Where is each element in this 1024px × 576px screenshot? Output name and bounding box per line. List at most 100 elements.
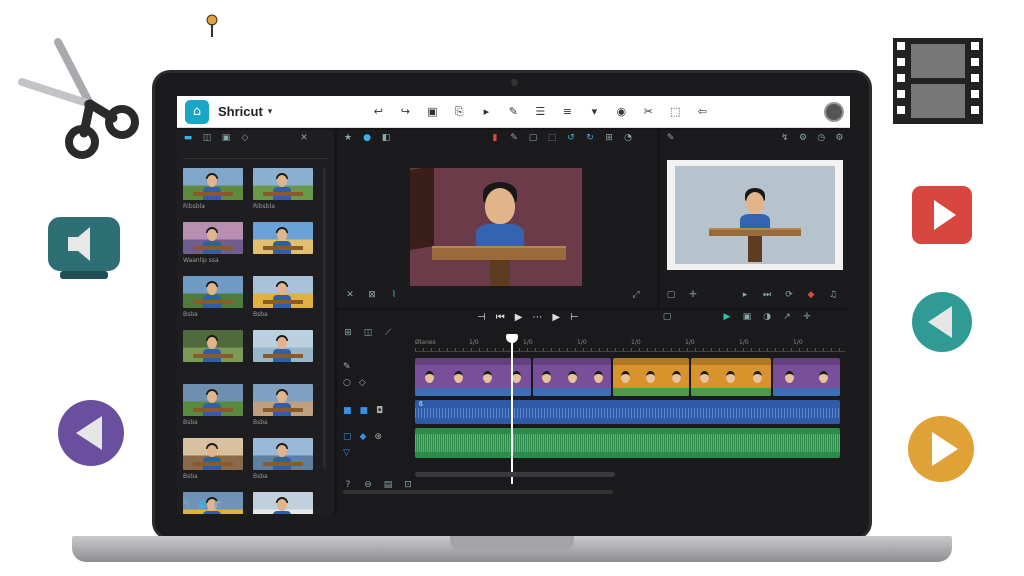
fit-icon[interactable]: ✕ [345, 290, 355, 300]
app-logo-icon[interactable]: ⌂ [185, 99, 209, 124]
video-clip[interactable] [533, 358, 611, 396]
video-clip[interactable] [773, 358, 840, 396]
timeline-horizontal-scroll[interactable] [343, 490, 613, 494]
skip-icon[interactable]: ⏭ [762, 290, 772, 300]
box-icon[interactable]: ⬚ [547, 133, 557, 143]
record-icon[interactable]: ◉ [615, 105, 627, 118]
layers-icon[interactable]: ◧ [381, 133, 391, 143]
rotate-icon[interactable]: ↺ [566, 133, 576, 143]
render-play-icon[interactable]: ▶ [722, 312, 732, 322]
zoom-in-icon[interactable]: ▤ [383, 480, 393, 490]
timeline-ruler[interactable]: Ølanes 1/0 1/0 1/0 1/0 1/0 1/0 1/0 [415, 339, 845, 352]
effects-tab-icon[interactable]: ◇ [240, 133, 250, 143]
filter-icon[interactable]: ▽ [343, 448, 350, 458]
media-item[interactable]: Waanlip ssa [183, 222, 243, 264]
adjust-icon[interactable]: ◔ [623, 133, 633, 143]
list-icon[interactable]: ☰ [534, 105, 546, 118]
razor-icon[interactable]: ⟋ [383, 328, 393, 338]
media-item[interactable]: Ribsbla [253, 168, 313, 210]
crop-icon[interactable]: ⬚ [669, 105, 681, 118]
solo-icon[interactable]: ■ [360, 406, 369, 416]
mark-icon[interactable]: ◆ [806, 290, 816, 300]
zoom-out-icon[interactable]: ⊖ [363, 480, 373, 490]
media-tab-icon[interactable]: ▬ [183, 133, 193, 143]
export-frame-icon[interactable]: ▣ [742, 312, 752, 322]
media-item[interactable]: Bsba [183, 276, 243, 318]
media-item[interactable]: Bsba [253, 438, 313, 480]
split-view-icon[interactable]: ◫ [363, 328, 373, 338]
app-name[interactable]: Shricut [218, 104, 263, 119]
cut-icon[interactable]: ✂ [642, 105, 654, 118]
grid-icon[interactable]: ⊞ [343, 328, 353, 338]
media-item[interactable]: Bsba [253, 384, 313, 426]
list-view-icon[interactable]: ◩ [213, 500, 223, 510]
voice-audio-track[interactable]: ß [415, 400, 840, 424]
text-tab-icon[interactable]: ▣ [221, 133, 231, 143]
media-item[interactable]: Ribsbla [183, 168, 243, 210]
app-menu-chevron-icon[interactable]: ▾ [268, 107, 273, 117]
player-video-frame[interactable] [667, 160, 843, 270]
fullscreen-icon[interactable]: ⤢ [631, 290, 641, 300]
play-icon[interactable]: ▶ [515, 312, 523, 323]
media-item[interactable]: Bsba [183, 438, 243, 480]
audio-tab-icon[interactable]: ◫ [202, 133, 212, 143]
share-out-icon[interactable]: ↗ [782, 312, 792, 322]
magnet-icon[interactable]: ◑ [762, 312, 772, 322]
stop-icon[interactable]: ▢ [666, 290, 676, 300]
fit-timeline-icon[interactable]: ⊡ [403, 480, 413, 490]
prev-frame-icon[interactable]: ⏮ [496, 312, 505, 323]
music-mute-icon[interactable]: ▢ [343, 432, 352, 442]
settings-icon[interactable]: ⚙ [835, 133, 844, 143]
brush-icon[interactable]: ✎ [509, 133, 519, 143]
media-item[interactable] [253, 222, 313, 264]
redo-icon[interactable]: ↪ [399, 105, 411, 118]
gear-icon[interactable]: ⚙ [798, 133, 807, 143]
clock-icon[interactable]: ◷ [817, 133, 826, 143]
pen-tool-icon[interactable]: ✎ [343, 362, 351, 372]
select-icon[interactable]: ▸ [480, 105, 492, 118]
import-icon[interactable]: ↰ [181, 500, 191, 510]
video-clip[interactable] [691, 358, 771, 396]
video-clip[interactable] [613, 358, 689, 396]
close-icon[interactable]: ✕ [299, 133, 309, 143]
keyframe-icon[interactable]: ◇ [359, 378, 366, 388]
skip-back-icon[interactable]: ▸ [740, 290, 750, 300]
trim-start-icon[interactable]: ⊣ [477, 312, 486, 323]
media-item[interactable]: Bsba [253, 276, 313, 318]
flip-icon[interactable]: ↻ [585, 133, 595, 143]
dropdown-icon[interactable]: ▾ [588, 105, 600, 118]
music-audio-track[interactable] [415, 428, 840, 458]
snapshot-icon[interactable]: ▢ [662, 312, 672, 322]
share-icon[interactable]: ↯ [780, 133, 789, 143]
add-track-icon[interactable]: ✛ [802, 312, 812, 322]
media-scrollbar[interactable] [323, 168, 326, 468]
align-icon[interactable]: ≡ [561, 105, 573, 118]
volume-icon[interactable]: ♫ [828, 290, 838, 300]
music-settings-icon[interactable]: ⊛ [374, 432, 382, 442]
copy-icon[interactable]: ⎘ [453, 105, 465, 119]
loop-icon[interactable]: ⟳ [784, 290, 794, 300]
media-item[interactable]: Ribsbla [253, 492, 313, 514]
snap-icon[interactable]: ⌇ [389, 290, 399, 300]
marker-icon[interactable]: ▮ [490, 133, 500, 143]
media-item[interactable] [253, 330, 313, 372]
pen-icon[interactable]: ✎ [507, 105, 519, 118]
zoom-icon[interactable]: ⊠ [367, 290, 377, 300]
media-item[interactable]: Bsba [183, 384, 243, 426]
trim-end-icon[interactable]: ⊢ [570, 312, 579, 323]
image-icon[interactable]: ▣ [426, 105, 438, 118]
export-icon[interactable]: ⇦ [696, 105, 708, 118]
help-icon[interactable]: ? [343, 480, 353, 490]
star-icon[interactable]: ★ [343, 133, 353, 143]
media-item[interactable] [183, 330, 243, 372]
preview-video-frame[interactable] [410, 168, 582, 286]
next-frame-icon[interactable]: ▶ [552, 312, 560, 323]
circle-icon[interactable]: ○ [343, 378, 351, 388]
undo-icon[interactable]: ↩ [372, 105, 384, 118]
mute-icon[interactable]: ■ [343, 406, 352, 416]
split-icon[interactable]: ⋯ [532, 312, 542, 323]
lock-icon[interactable]: ◘ [376, 406, 383, 416]
video-clip[interactable] [415, 358, 531, 396]
playhead-line[interactable] [511, 338, 513, 484]
crop-tool-icon[interactable]: ⊞ [604, 133, 614, 143]
